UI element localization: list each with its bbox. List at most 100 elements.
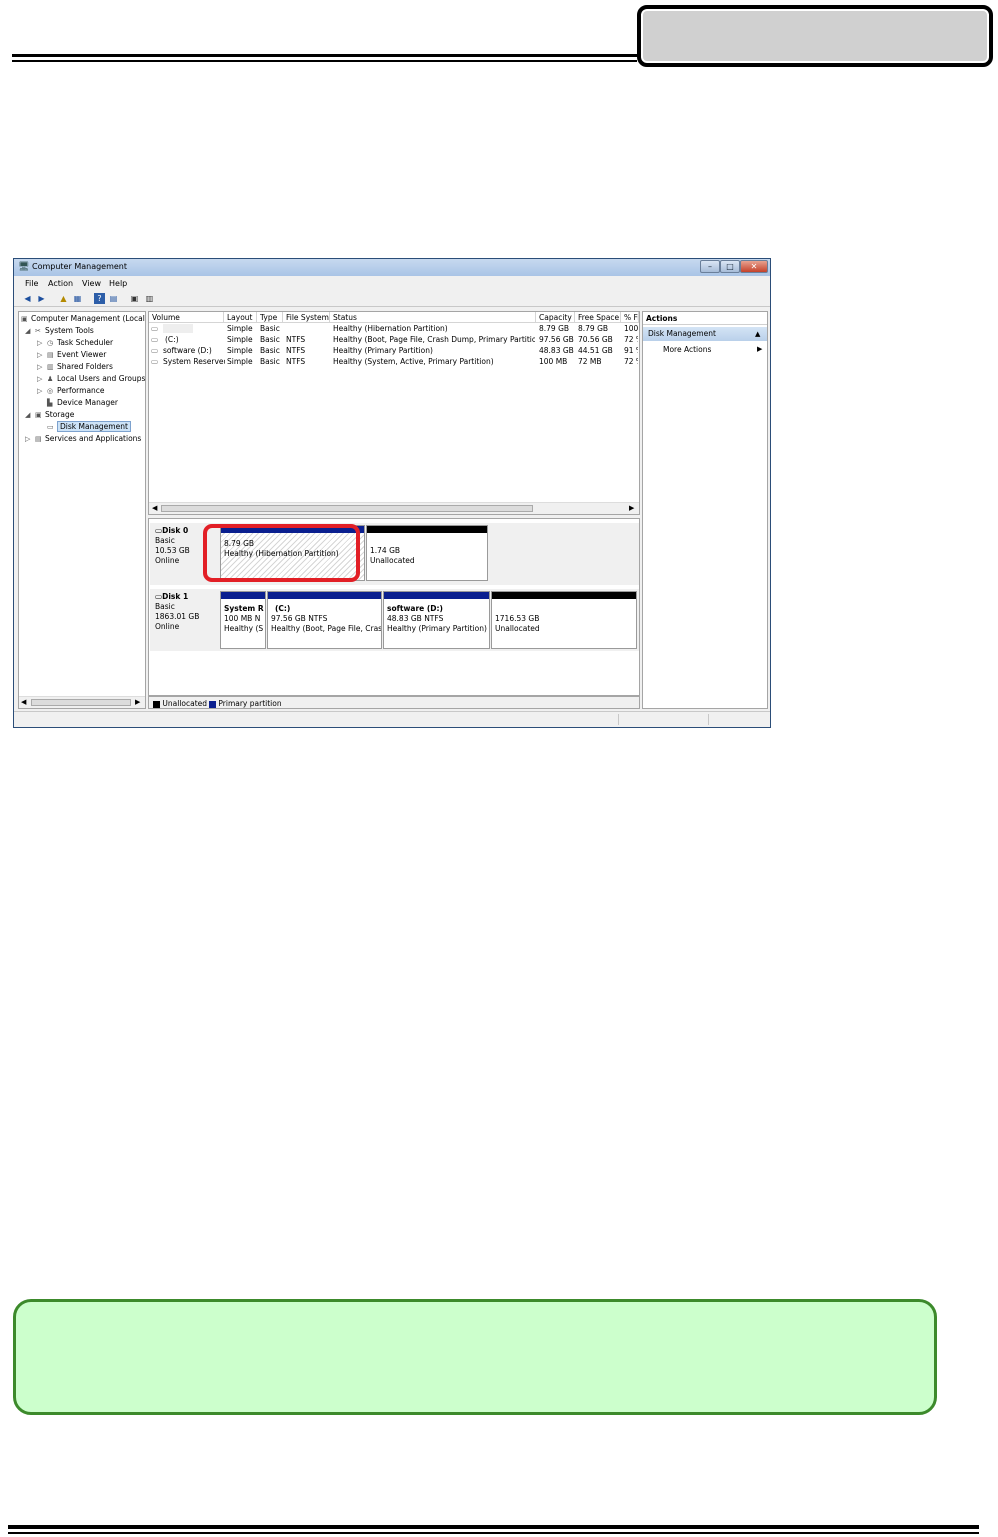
drive-icon: ▭ <box>151 357 159 366</box>
menu-help[interactable]: Help <box>109 279 127 288</box>
scrollbar-thumb[interactable] <box>31 699 131 706</box>
cell-volume: (C:) <box>165 335 179 344</box>
tree-item-event-viewer[interactable]: ▷ ▤ Event Viewer <box>37 350 106 359</box>
menu-file[interactable]: File <box>25 279 38 288</box>
primary-swatch <box>209 700 216 708</box>
minimize-button[interactable]: – <box>700 260 720 273</box>
collapse-up-icon[interactable]: ▲ <box>755 327 760 341</box>
collapse-arrow-icon: ◢ <box>25 327 31 335</box>
table-row[interactable]: ▭ (C:) Simple Basic NTFS Healthy (Boot, … <box>149 335 639 346</box>
column-header-file-system[interactable]: File System <box>283 312 330 323</box>
properties-icon[interactable]: ▣ <box>129 293 140 304</box>
help-icon[interactable]: ? <box>94 293 105 304</box>
cell-status: Healthy (System, Active, Primary Partiti… <box>333 357 494 366</box>
tree-item-device-manager[interactable]: ▙ Device Manager <box>47 398 118 407</box>
tree-label: Services and Applications <box>45 434 142 443</box>
maximize-button[interactable]: □ <box>720 260 740 273</box>
show-hide-tree-icon[interactable]: ▦ <box>72 293 83 304</box>
users-icon: ♟ <box>47 375 54 383</box>
tree-item-performance[interactable]: ▷ ◎ Performance <box>37 386 105 395</box>
column-header-percent-free[interactable]: % Fr <box>621 312 639 323</box>
unallocated-swatch <box>153 700 160 708</box>
tree-item-root[interactable]: ▣ Computer Management (Local <box>21 314 145 323</box>
cell-layout: Simple <box>227 357 253 366</box>
primary-partition-bar <box>384 592 489 599</box>
partition-system-reserved[interactable]: System R 100 MB N Healthy (S <box>220 591 266 649</box>
partition-unallocated[interactable]: 1716.53 GB Unallocated <box>491 591 637 649</box>
drive-icon: ▭ <box>151 346 159 355</box>
submenu-arrow-icon: ▶ <box>757 345 763 353</box>
partition-size: 48.83 GB NTFS <box>387 614 444 623</box>
scroll-left-icon[interactable]: ◀ <box>152 504 157 512</box>
disk-size: 1863.01 GB <box>155 612 200 621</box>
menu-action[interactable]: Action <box>48 279 73 288</box>
volume-horizontal-scrollbar[interactable]: ◀ ▶ <box>149 502 639 514</box>
primary-partition-bar <box>221 592 265 599</box>
disk-management-icon: ▭ <box>47 423 54 431</box>
partition-unallocated[interactable]: 1.74 GB Unallocated <box>366 525 488 581</box>
table-row[interactable]: ▭ System Reserved Simple Basic NTFS Heal… <box>149 357 639 368</box>
cell-status: Healthy (Boot, Page File, Crash Dump, Pr… <box>333 335 535 344</box>
tree-item-local-users[interactable]: ▷ ♟ Local Users and Groups <box>37 374 145 383</box>
column-header-status[interactable]: Status <box>330 312 536 323</box>
back-arrow-icon[interactable]: ◀ <box>22 293 33 304</box>
tree-item-services[interactable]: ▷ ▤ Services and Applications <box>25 434 141 443</box>
tree-item-system-tools[interactable]: ◢ ✂ System Tools <box>25 326 94 335</box>
volume-list: Volume Layout Type File System Status Ca… <box>148 311 640 515</box>
partition-name: System R <box>224 604 264 613</box>
title-bar[interactable]: 🖥 Computer Management – □ ✕ <box>14 259 770 276</box>
forward-arrow-icon[interactable]: ▶ <box>36 293 47 304</box>
column-header-volume[interactable]: Volume <box>149 312 224 323</box>
column-header-type[interactable]: Type <box>257 312 283 323</box>
tree-label: Local Users and Groups <box>57 374 146 383</box>
header-label-box <box>637 5 993 67</box>
menu-view[interactable]: View <box>82 279 101 288</box>
expand-arrow-icon: ▷ <box>37 387 43 395</box>
scrollbar-thumb[interactable] <box>161 505 533 512</box>
up-folder-icon[interactable]: ▲ <box>58 293 69 304</box>
note-box <box>13 1299 937 1415</box>
disk-type: Basic <box>155 602 175 611</box>
table-row[interactable]: ▭ Simple Basic Healthy (Hibernation Part… <box>149 324 639 335</box>
partition-status: Healthy (Boot, Page File, Crasl <box>271 624 381 633</box>
tree-label: Performance <box>57 386 105 395</box>
cell-type: Basic <box>260 357 280 366</box>
more-actions-item[interactable]: More Actions ▶ <box>663 345 762 354</box>
column-header-capacity[interactable]: Capacity <box>536 312 575 323</box>
partition-d[interactable]: software (D:) 48.83 GB NTFS Healthy (Pri… <box>383 591 490 649</box>
partition-status: Unallocated <box>495 624 540 633</box>
status-divider <box>708 714 709 725</box>
unallocated-bar <box>367 526 487 533</box>
services-icon: ▤ <box>35 435 42 443</box>
scroll-left-icon[interactable]: ◀ <box>21 698 26 706</box>
partition-c[interactable]: (C:) 97.56 GB NTFS Healthy (Boot, Page F… <box>267 591 382 649</box>
partition-status: Unallocated <box>370 556 415 565</box>
cell-pct: 100 <box>624 324 638 333</box>
tree-item-task-scheduler[interactable]: ▷ ◷ Task Scheduler <box>37 338 113 347</box>
column-header-free-space[interactable]: Free Space <box>575 312 621 323</box>
actions-section-disk-management[interactable]: Disk Management ▲ <box>643 327 767 341</box>
cell-free: 70.56 GB <box>578 335 613 344</box>
tree-label: Storage <box>45 410 75 419</box>
console-tree-icon[interactable]: ▤ <box>108 293 119 304</box>
scroll-right-icon[interactable]: ▶ <box>629 504 634 512</box>
close-button[interactable]: ✕ <box>740 260 768 273</box>
disk-1-row: ▭Disk 1 Basic 1863.01 GB Online System R… <box>150 589 639 651</box>
toolbar: ◀ ▶ ▲ ▦ ? ▤ ▣ ▥ <box>14 291 770 307</box>
tree-label: Computer Management (Local <box>31 314 145 323</box>
tools-icon: ✂ <box>35 327 41 335</box>
collapse-arrow-icon: ◢ <box>25 411 31 419</box>
event-viewer-icon: ▤ <box>47 351 54 359</box>
table-row[interactable]: ▭ software (D:) Simple Basic NTFS Health… <box>149 346 639 357</box>
expand-arrow-icon: ▷ <box>37 375 43 383</box>
tree-item-storage[interactable]: ◢ ▣ Storage <box>25 410 74 419</box>
tree-horizontal-scrollbar[interactable]: ◀ ▶ <box>19 696 145 708</box>
tree-label: Task Scheduler <box>57 338 114 347</box>
column-header-layout[interactable]: Layout <box>224 312 257 323</box>
scroll-right-icon[interactable]: ▶ <box>135 698 140 706</box>
unallocated-bar <box>492 592 636 599</box>
export-list-icon[interactable]: ▥ <box>144 293 155 304</box>
tree-item-disk-management[interactable]: ▭ Disk Management <box>47 421 131 432</box>
tree-item-shared-folders[interactable]: ▷ ▥ Shared Folders <box>37 362 113 371</box>
disk-1-info[interactable]: ▭Disk 1 Basic 1863.01 GB Online <box>155 592 217 632</box>
